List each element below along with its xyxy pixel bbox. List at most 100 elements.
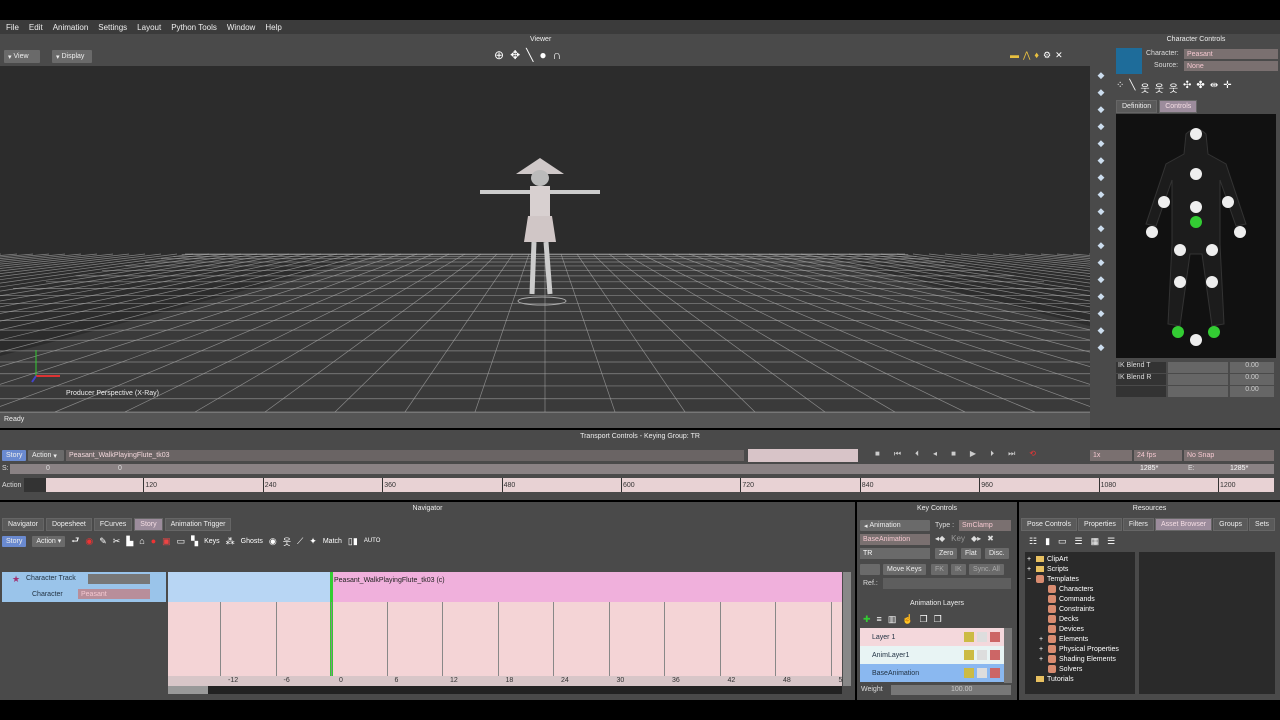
effector-3[interactable] [1190, 216, 1202, 228]
magnet-icon[interactable]: ◉ [85, 536, 93, 547]
tree-item[interactable]: Characters [1025, 584, 1135, 594]
sun-tool-icon[interactable]: ◆ [1098, 325, 1105, 336]
blend-slider[interactable] [1168, 362, 1228, 373]
effector-0[interactable] [1190, 128, 1202, 140]
menu-settings[interactable]: Settings [98, 23, 127, 32]
goto-end-icon[interactable]: ⏭ [1008, 449, 1015, 459]
source-select[interactable]: None [1184, 61, 1278, 71]
play-icon[interactable]: ▶ [970, 449, 976, 459]
knife-tool-icon[interactable]: ◆ [1098, 291, 1105, 302]
panel-icon[interactable]: ▮ [1045, 536, 1050, 547]
story-mode-button[interactable]: Story [2, 450, 27, 461]
merge-icon[interactable]: ❐ [920, 614, 928, 625]
lock-icon[interactable] [964, 650, 974, 660]
key-icon[interactable]: ✤ [1196, 80, 1204, 95]
eye-icon[interactable]: ◉ [269, 536, 277, 547]
end-value[interactable]: 1285* [1230, 465, 1248, 472]
tree-item[interactable]: Devices [1025, 624, 1135, 634]
select-tool-icon[interactable]: ◆ [1098, 70, 1105, 81]
time-slider[interactable]: 0 0 1285* E: 1285* [10, 464, 1274, 474]
blend-value[interactable]: 0.00 [1230, 374, 1274, 385]
mirror-icon[interactable]: ⇹ [1210, 80, 1218, 95]
arc-icon[interactable]: ∩ [553, 48, 562, 62]
tree-item[interactable]: Solvers [1025, 664, 1135, 674]
tab-pose-controls[interactable]: Pose Controls [1021, 518, 1077, 531]
lock-icon[interactable] [964, 632, 974, 642]
camera-switch-icon[interactable]: ▭ [177, 536, 186, 547]
clip-icon[interactable]: ▙ [126, 536, 133, 547]
skeleton-icon[interactable]: 웃 [283, 535, 291, 548]
frame-tool-icon[interactable]: ◆ [1098, 342, 1105, 353]
effector-7[interactable] [1234, 226, 1246, 238]
disc-button[interactable]: Disc. [985, 548, 1009, 559]
keys-icon[interactable]: ⁂ [226, 536, 235, 547]
fk-button[interactable]: FK [931, 564, 948, 575]
prev-key-icon[interactable]: ⏴ [915, 449, 919, 459]
animation-button[interactable]: ◂ Animation [860, 520, 930, 531]
story-mode-toggle[interactable]: Story [2, 535, 27, 547]
return-icon[interactable]: ⮐ [71, 533, 79, 549]
timeline[interactable]: 120 240 360 480 600 720 840 960 1080 1200 [24, 478, 1274, 492]
effector-12[interactable] [1172, 326, 1184, 338]
tree-item[interactable]: + Scripts [1025, 564, 1135, 574]
pose-tool-icon[interactable]: ◆ [1098, 223, 1105, 234]
expand-toggle[interactable]: + [1027, 566, 1033, 573]
ref-field[interactable] [883, 578, 1011, 589]
mute-icon[interactable] [990, 650, 1000, 660]
orbit-icon[interactable]: ⊕ [494, 48, 504, 62]
menu-window[interactable]: Window [227, 23, 255, 32]
tab-navigator[interactable]: Navigator [2, 518, 44, 531]
effector-5[interactable] [1222, 196, 1234, 208]
tree-view-icon[interactable]: ☷ [1029, 536, 1037, 547]
tab-definition[interactable]: Definition [1116, 100, 1158, 113]
trash-icon[interactable]: ▥ [888, 614, 897, 625]
next-key-icon[interactable]: ⏵ [990, 449, 994, 459]
tree-item[interactable]: + Elements [1025, 634, 1135, 644]
solo-icon[interactable] [977, 650, 987, 660]
image-icon[interactable]: ▭ [1058, 536, 1067, 547]
interp-type-select[interactable]: SmClamp [959, 520, 1011, 531]
tab-controls[interactable]: Controls [1159, 100, 1198, 113]
effector-6[interactable] [1146, 226, 1158, 238]
viewport-3d[interactable]: Producer Perspective (X-Ray) [0, 66, 1280, 413]
body-part-icon[interactable]: 웃 [1140, 80, 1149, 95]
effector-14[interactable] [1190, 334, 1202, 346]
auto-label[interactable]: AUTO [364, 538, 381, 544]
tree-item[interactable]: + ClipArt [1025, 554, 1135, 564]
stop-button-icon[interactable]: ■ [951, 449, 956, 459]
match-icon[interactable]: ▯▮ [348, 536, 358, 547]
tab-groups[interactable]: Groups [1213, 518, 1249, 531]
razor-icon[interactable]: ✂ [113, 536, 121, 547]
snap-select[interactable]: No Snap [1184, 450, 1274, 461]
take-select[interactable]: Peasant_WalkPlayingFlute_tk03 [66, 450, 744, 461]
color-icon[interactable]: ▣ [162, 536, 171, 547]
snap-tool-icon[interactable]: ◆ [1098, 257, 1105, 268]
grid-icon[interactable]: ♦ [1034, 50, 1039, 61]
menu-layout[interactable]: Layout [137, 23, 161, 32]
tree-item[interactable]: + Shading Elements [1025, 654, 1135, 664]
blend-slider[interactable] [1168, 386, 1228, 397]
camera-tool-icon[interactable]: ◆ [1098, 189, 1105, 200]
display-button[interactable]: ▾ Display [52, 50, 92, 63]
ik-icon[interactable]: ⁘ [1116, 80, 1124, 95]
brush-tool-icon[interactable]: ◆ [1098, 274, 1105, 285]
move-icon[interactable]: ✥ [510, 48, 520, 62]
light-icon[interactable]: ⋀ [1023, 50, 1030, 61]
expand-toggle[interactable]: + [1039, 646, 1045, 653]
anim-layer-row[interactable]: AnimLayer1 [860, 646, 1004, 664]
blend-value[interactable]: 0.00 [1230, 362, 1274, 373]
playhead[interactable] [24, 478, 46, 492]
zero-button[interactable]: Zero [935, 548, 958, 559]
record-icon[interactable]: ● [151, 536, 156, 546]
full-body-icon[interactable]: 웃 [1155, 80, 1164, 95]
flat-button[interactable]: Flat [961, 548, 981, 559]
effector-4[interactable] [1158, 196, 1170, 208]
scale-tool-icon[interactable]: ◆ [1098, 121, 1105, 132]
story-action-dropdown[interactable]: Action ▾ [32, 535, 66, 547]
asset-view[interactable] [1139, 552, 1275, 694]
story-ruler[interactable]: -12-6061218243036424854 [168, 676, 846, 686]
next-key-icon[interactable]: ◆▸ [971, 534, 981, 543]
layer-select[interactable]: BaseAnimation [860, 534, 930, 545]
menu-edit[interactable]: Edit [29, 23, 43, 32]
mute-icon[interactable] [990, 668, 1000, 678]
